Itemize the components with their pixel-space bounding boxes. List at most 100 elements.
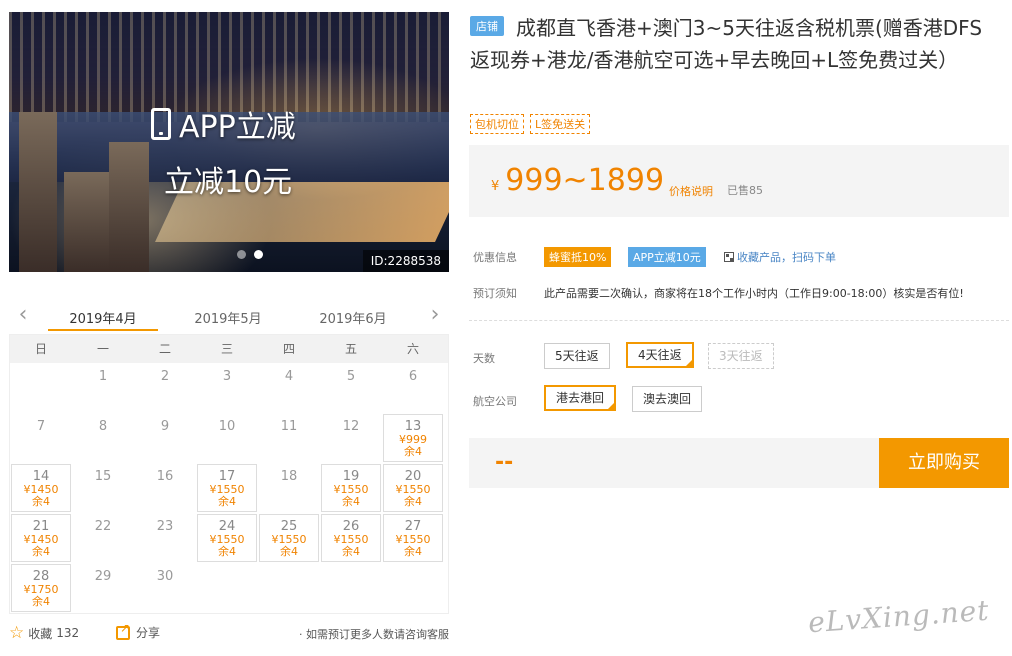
day-number: 2 <box>160 369 170 384</box>
calendar-day: 22 <box>72 513 134 563</box>
day-number: 26 <box>342 519 360 534</box>
calendar-day: 2 <box>134 363 196 413</box>
share-label: 分享 <box>136 626 161 640</box>
notice-label: 预订须知 <box>473 287 517 300</box>
calendar-day: 8 <box>72 413 134 463</box>
booking-calendar: 日 一 二 三 四 五 六 1 2 3 4 5 6 7 8 9 10 11 12 13 ¥999 余4 14 ¥… <box>9 334 449 614</box>
day-number: 27 <box>404 519 422 534</box>
price-box: ¥ 999~1899 价格说明 已售85 <box>469 145 1009 217</box>
star-icon: ☆ <box>9 623 25 643</box>
price-explain-link[interactable]: 价格说明 <box>669 183 713 199</box>
calendar-day-available[interactable]: 20 ¥1550 余4 <box>383 464 443 512</box>
day-number: 30 <box>156 569 174 584</box>
calendar-day: 4 <box>258 363 320 413</box>
option-3-days: 3天往返 <box>708 343 774 369</box>
calendar-month-nav: ‹ 2019年4月 2019年5月 2019年6月 › <box>9 300 449 334</box>
day-number: 12 <box>342 419 360 434</box>
day-number: 1 <box>98 369 108 384</box>
day-number: 8 <box>98 419 108 434</box>
carousel-dot[interactable] <box>237 250 246 259</box>
weekday-label: 四 <box>282 342 295 356</box>
day-number: 16 <box>156 469 174 484</box>
carousel-dot-active[interactable] <box>254 250 263 259</box>
option-macau-roundtrip[interactable]: 澳去澳回 <box>632 386 703 412</box>
calendar-day-available[interactable]: 28 ¥1750 余4 <box>11 564 71 612</box>
tab-month-june[interactable]: 2019年6月 <box>303 308 403 327</box>
option-5-days[interactable]: 5天往返 <box>544 343 610 369</box>
calendar-day-available[interactable]: 13 ¥999 余4 <box>383 414 443 462</box>
calendar-day-available[interactable]: 27 ¥1550 余4 <box>383 514 443 562</box>
calendar-day: 5 <box>320 363 382 413</box>
day-number: 14 <box>32 469 50 484</box>
day-number: 18 <box>280 469 298 484</box>
scan-to-order-text: 收藏产品，扫码下单 <box>737 251 836 264</box>
product-id-tag: ID:2288538 <box>362 250 449 272</box>
next-month-icon[interactable]: › <box>425 304 445 326</box>
shop-badge: 店铺 <box>470 16 504 36</box>
calendar-day-available[interactable]: 26 ¥1550 余4 <box>321 514 381 562</box>
scan-to-order-link[interactable]: 收藏产品，扫码下单 <box>724 249 836 265</box>
weekday-label: 一 <box>96 342 109 356</box>
selected-price: -- <box>495 450 514 475</box>
section-divider <box>469 320 1009 321</box>
day-number: 29 <box>94 569 112 584</box>
prev-month-icon[interactable]: ‹ <box>13 304 33 326</box>
app-promo-line: APP立减 <box>151 102 296 146</box>
weekday-label: 日 <box>34 342 47 356</box>
weekday-label: 三 <box>220 342 233 356</box>
sold-count: 已售85 <box>727 184 763 197</box>
day-stock: 余4 <box>280 545 298 558</box>
calendar-day-available[interactable]: 21 ¥1450 余4 <box>11 514 71 562</box>
calendar-day-available[interactable]: 14 ¥1450 余4 <box>11 464 71 512</box>
option-hk-roundtrip[interactable]: 港去港回 <box>544 385 617 411</box>
price-range: ¥ 999~1899 <box>491 163 664 198</box>
product-page: APP立减 立减10元 ID:2288538 ‹ 2019年4月 2019年5月… <box>0 0 1012 656</box>
product-tag: 包机切位 <box>470 114 524 134</box>
favorite-button[interactable]: ☆ 收藏 132 <box>9 624 79 642</box>
calendar-day: 6 <box>382 363 444 413</box>
hero-overlay: APP立减 立减10元 ID:2288538 <box>9 12 449 272</box>
promo-badge-honey: 蜂蜜抵10% <box>544 247 612 267</box>
day-number: 5 <box>346 369 356 384</box>
hero-banner[interactable]: APP立减 立减10元 ID:2288538 <box>9 12 449 272</box>
favorite-label: 收藏 <box>28 626 53 641</box>
currency-symbol: ¥ <box>491 179 500 194</box>
buy-bar: -- 立即购买 <box>469 438 1009 488</box>
day-number: 10 <box>218 419 236 434</box>
day-stock: 余4 <box>32 545 50 558</box>
calendar-day: 12 <box>320 413 382 463</box>
app-promo-text: APP立减 <box>179 110 296 145</box>
calendar-day: 29 <box>72 563 134 613</box>
day-stock: 余4 <box>342 495 360 508</box>
product-tag: L签免送关 <box>530 114 591 134</box>
calendar-grid: 1 2 3 4 5 6 7 8 9 10 11 12 13 ¥999 余4 14 ¥1450 余4 15 16 17 ¥1… <box>10 363 448 613</box>
calendar-day: 9 <box>134 413 196 463</box>
day-number: 23 <box>156 519 174 534</box>
calendar-day-available[interactable]: 25 ¥1550 余4 <box>259 514 319 562</box>
day-stock: 余4 <box>218 495 236 508</box>
calendar-day: 10 <box>196 413 258 463</box>
consult-note: · 如需预订更多人数请咨询客服 <box>299 628 449 641</box>
weekday-label: 二 <box>158 342 171 356</box>
notice-text: 此产品需要二次确认，商家将在18个工作小时内（工作日9:00-18:00）核实是… <box>544 287 964 300</box>
discount-text: 立减10元 <box>164 165 293 200</box>
calendar-day-available[interactable]: 17 ¥1550 余4 <box>197 464 257 512</box>
phone-icon <box>151 108 171 140</box>
day-stock: 余4 <box>218 545 236 558</box>
day-number: 19 <box>342 469 360 484</box>
option-4-days[interactable]: 4天往返 <box>626 342 694 368</box>
day-number: 28 <box>32 569 50 584</box>
calendar-day-available[interactable]: 19 ¥1550 余4 <box>321 464 381 512</box>
buy-now-button[interactable]: 立即购买 <box>879 438 1009 488</box>
day-number: 21 <box>32 519 50 534</box>
promo-badge-app: APP立减10元 <box>628 247 706 267</box>
calendar-day-available[interactable]: 24 ¥1550 余4 <box>197 514 257 562</box>
tab-month-may[interactable]: 2019年5月 <box>178 308 278 327</box>
share-button[interactable]: 分享 <box>116 621 161 641</box>
qr-code-icon <box>724 252 734 262</box>
product-tags: 包机切位 L签免送关 <box>470 114 591 134</box>
promo-label: 优惠信息 <box>473 251 517 264</box>
tab-month-april[interactable]: 2019年4月 <box>48 308 158 331</box>
airline-label: 航空公司 <box>473 395 517 408</box>
day-number: 3 <box>222 369 232 384</box>
